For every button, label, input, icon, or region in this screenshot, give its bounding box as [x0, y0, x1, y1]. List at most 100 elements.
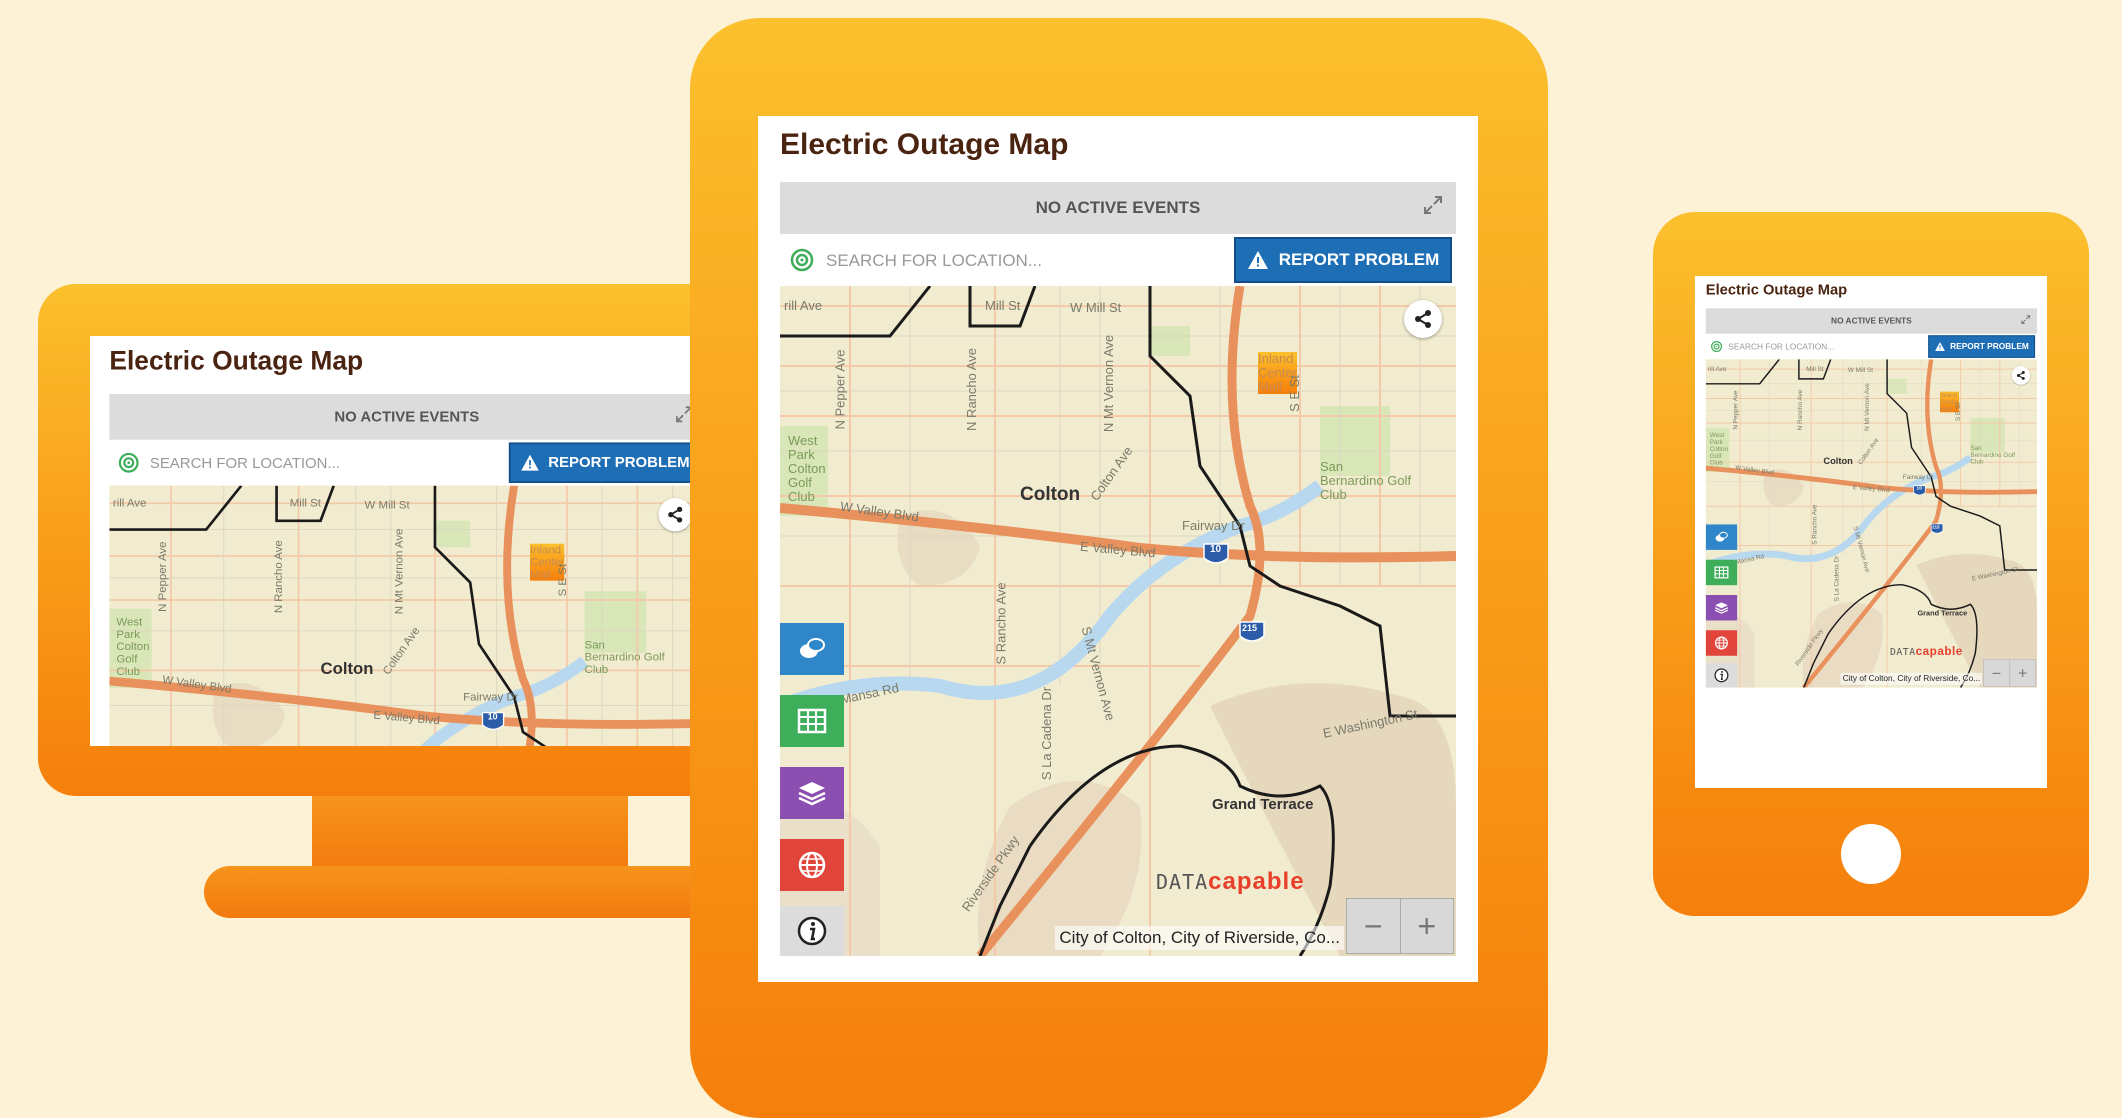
zoom-in-button[interactable]: + — [2010, 660, 2036, 686]
zoom-out-button[interactable]: − — [1347, 899, 1401, 953]
report-problem-button[interactable]: REPORT PROBLEM — [1234, 237, 1452, 283]
home-button[interactable] — [1841, 824, 1901, 884]
interstate-215-shield: 215 — [1242, 623, 1258, 633]
zoom-control: − + — [1346, 898, 1454, 954]
search-input[interactable] — [1727, 338, 1916, 356]
target-icon[interactable] — [118, 452, 139, 473]
monitor-stand-neck — [312, 795, 628, 870]
page-title: Electric Outage Map — [780, 128, 1069, 161]
page-title: Electric Outage Map — [109, 346, 364, 376]
table-button[interactable] — [780, 695, 844, 747]
table-icon — [1714, 566, 1729, 579]
map-label: West Park Colton Golf Club — [788, 433, 826, 504]
map-basemap — [780, 286, 1456, 956]
map-label: Grand Terrace — [1917, 609, 1968, 618]
status-bar: NO ACTIVE EVENTS — [1705, 308, 2038, 334]
share-button[interactable] — [2011, 366, 2031, 385]
search-bar: REPORT PROBLEM — [1705, 333, 2038, 360]
target-icon[interactable] — [790, 248, 814, 272]
tablet-screen: Electric Outage Map NO ACTIVE EVENTS REP… — [758, 116, 1478, 982]
report-problem-label: REPORT PROBLEM — [1950, 341, 2029, 351]
map-label: N Mt Vernon Ave — [1863, 383, 1871, 431]
map-label: Fairway Dr — [1902, 472, 1934, 481]
status-label: NO ACTIVE EVENTS — [1035, 198, 1201, 217]
warning-icon — [520, 454, 539, 471]
monitor-stand-base — [204, 866, 724, 918]
map-label: Fairway Dr — [1182, 518, 1245, 533]
datacapable-logo: DATA capable — [1156, 868, 1305, 895]
map-label: West Park Colton Golf Club — [116, 614, 150, 678]
map-label: N Rancho Ave — [1795, 389, 1804, 431]
share-button[interactable] — [1404, 300, 1442, 338]
legend-button[interactable] — [1705, 524, 1738, 550]
status-label: NO ACTIVE EVENTS — [334, 408, 480, 425]
page-title: Electric Outage Map — [1705, 281, 1848, 299]
map-label: Mill St — [289, 496, 321, 510]
map-label-city: Colton — [1823, 456, 1853, 467]
map-label-city: Colton — [320, 659, 374, 679]
info-button[interactable] — [780, 906, 844, 956]
search-bar: REPORT PROBLEM — [109, 439, 705, 486]
layers-button[interactable] — [780, 767, 844, 819]
map-view[interactable]: rill Ave Mill St W Mill St West Park Col… — [780, 286, 1456, 956]
map-label: rill Ave — [1707, 365, 1727, 373]
info-button[interactable] — [1705, 663, 1738, 688]
table-icon — [797, 708, 827, 734]
table-button[interactable] — [1705, 559, 1738, 586]
legend-icon — [800, 638, 825, 658]
map-label: N Pepper Ave — [1731, 390, 1739, 430]
zoom-out-button[interactable]: − — [1984, 659, 2010, 687]
map-label: N Mt Vernon Ave — [391, 528, 406, 615]
layers-icon — [1714, 602, 1729, 614]
report-problem-button[interactable]: REPORT PROBLEM — [1928, 335, 2036, 358]
layers-icon — [798, 782, 826, 806]
search-bar: REPORT PROBLEM — [780, 234, 1456, 286]
map-label: San Bernardino Golf Club — [1320, 459, 1412, 502]
layers-button[interactable] — [1705, 594, 1738, 621]
status-label: NO ACTIVE EVENTS — [1831, 316, 1912, 326]
map-label: Mill St — [1806, 365, 1824, 373]
desktop-monitor: Electric Outage Map NO ACTIVE EVENTS REP… — [38, 284, 758, 796]
map-label: San Bernardino Golf Club — [1970, 444, 2016, 466]
map-label: Mill St — [985, 298, 1021, 313]
monitor-screen: Electric Outage Map NO ACTIVE EVENTS REP… — [90, 336, 730, 746]
interstate-10-shield: 10 — [487, 712, 498, 723]
target-icon[interactable] — [1711, 341, 1723, 353]
map-label: N Pepper Ave — [155, 541, 169, 612]
report-problem-label: REPORT PROBLEM — [1278, 250, 1440, 269]
zoom-in-button[interactable]: + — [1401, 899, 1454, 953]
map-label: S Rancho Ave — [993, 582, 1009, 665]
status-bar: NO ACTIVE EVENTS — [780, 182, 1456, 234]
outage-map-widget: Electric Outage Map NO ACTIVE EVENTS REP… — [758, 116, 1478, 976]
search-input[interactable] — [824, 244, 1208, 278]
expand-icon[interactable] — [1422, 194, 1444, 216]
map-label: rill Ave — [112, 496, 147, 510]
map-label: West Park Colton Golf Club — [1709, 431, 1729, 467]
basemap-button[interactable] — [780, 839, 844, 891]
map-label: N Rancho Ave — [963, 348, 979, 431]
map-view[interactable]: rill Ave Mill St W Mill St West Park Col… — [109, 485, 705, 746]
map-label: W Mill St — [1070, 300, 1122, 315]
legend-button[interactable] — [780, 623, 844, 675]
basemap-button[interactable] — [1705, 630, 1738, 656]
share-icon — [2016, 371, 2025, 380]
share-button[interactable] — [658, 497, 692, 532]
expand-icon[interactable] — [2020, 314, 2031, 325]
map-label: S E St — [1286, 375, 1302, 412]
zoom-control: − + — [1983, 659, 2037, 687]
report-problem-button[interactable]: REPORT PROBLEM — [508, 442, 701, 483]
map-label: S Rancho Ave — [1810, 504, 1818, 545]
map-label: San Bernardino Golf Club — [584, 637, 665, 676]
outage-map-widget: Electric Outage Map NO ACTIVE EVENTS REP… — [90, 336, 724, 746]
legend-icon — [1715, 531, 1728, 542]
phone-device: Electric Outage Map NO ACTIVE EVENTS REP… — [1653, 212, 2089, 916]
search-input[interactable] — [148, 448, 486, 479]
map-attribution: City of Colton, City of Riverside, Co... — [1840, 672, 1983, 685]
info-icon — [797, 916, 827, 946]
map-basemap — [1705, 359, 2038, 688]
datacapable-logo: DATA capable — [1890, 644, 1963, 658]
map-view[interactable]: rill Ave Mill St W Mill St West Park Col… — [1705, 359, 2038, 688]
map-label: Fairway Dr — [463, 689, 519, 703]
map-label: rill Ave — [784, 298, 823, 313]
share-icon — [668, 506, 683, 523]
